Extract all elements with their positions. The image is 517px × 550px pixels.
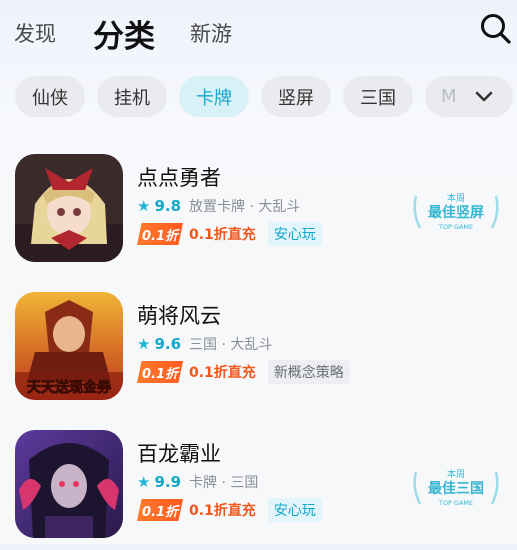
icon-caption: 天天送现金券	[27, 379, 112, 396]
game-title: 点点勇者	[137, 166, 221, 190]
game-score: 9.9	[154, 473, 182, 491]
game-title: 百龙霸业	[137, 442, 221, 466]
game-score: 9.8	[154, 197, 182, 215]
search-icon[interactable]	[479, 12, 513, 46]
game-item[interactable]: 点点勇者 ★ 9.8 放置卡牌 · 大乱斗 0.1折 0.1折直充 安心玩 本周…	[0, 154, 517, 274]
award-badge: 本周 最佳竖屏 TOP GAME	[413, 192, 499, 231]
discount-text: 0.1折直充	[189, 227, 256, 243]
category-chips: 仙侠 挂机 卡牌 竖屏 三国 M	[0, 76, 517, 120]
star-icon: ★	[137, 473, 151, 491]
feature-tag: 安心玩	[267, 222, 322, 246]
star-icon: ★	[137, 335, 151, 353]
feature-tag: 新概念策略	[267, 360, 350, 384]
game-title: 萌将风云	[137, 304, 221, 328]
feature-tag: 安心玩	[267, 498, 322, 522]
tab-new-games[interactable]: 新游	[190, 18, 232, 48]
award-line1: 本周	[447, 192, 465, 204]
game-meta: ★ 9.8 放置卡牌 · 大乱斗	[137, 196, 300, 216]
game-item[interactable]: 百龙霸业 ★ 9.9 卡牌 · 三国 0.1折 0.1折直充 安心玩 本周 最佳…	[0, 430, 517, 550]
award-title: 最佳三国	[428, 480, 484, 497]
game-icon[interactable]: 天天送现金券	[15, 292, 123, 400]
tab-discover[interactable]: 发现	[14, 18, 56, 48]
discount-badge: 0.1折	[137, 499, 183, 521]
discount-badge: 0.1折	[137, 361, 183, 383]
game-score: 9.6	[154, 335, 182, 353]
chip-three-kingdoms[interactable]: 三国	[343, 76, 413, 117]
star-icon: ★	[137, 197, 151, 215]
game-icon[interactable]	[15, 154, 123, 262]
game-icon[interactable]	[15, 430, 123, 538]
chevron-down-icon	[475, 91, 493, 101]
award-subtitle: TOP GAME	[438, 223, 473, 231]
game-genres: 卡牌 · 三国	[189, 475, 259, 491]
game-meta: ★ 9.9 卡牌 · 三国	[137, 472, 258, 492]
discount-text: 0.1折直充	[189, 365, 256, 381]
award-title: 最佳竖屏	[428, 204, 484, 221]
tab-category[interactable]: 分类	[93, 11, 155, 56]
promo-row: 0.1折 0.1折直充 新概念策略	[137, 360, 350, 384]
chip-card[interactable]: 卡牌	[179, 76, 249, 117]
chip-vertical[interactable]: 竖屏	[261, 76, 331, 117]
award-subtitle: TOP GAME	[438, 499, 473, 507]
chip-xianxia[interactable]: 仙侠	[15, 76, 85, 117]
promo-row: 0.1折 0.1折直充 安心玩	[137, 498, 322, 522]
discount-badge: 0.1折	[137, 223, 183, 245]
game-item[interactable]: 天天送现金券 萌将风云 ★ 9.6 三国 · 大乱斗 0.1折 0.1折直充 新…	[0, 292, 517, 412]
game-genres: 放置卡牌 · 大乱斗	[189, 199, 301, 215]
award-line1: 本周	[447, 468, 465, 480]
expand-chips-button[interactable]	[455, 76, 513, 117]
top-tab-bar: 发现 分类 新游	[0, 0, 517, 60]
chip-idle[interactable]: 挂机	[97, 76, 167, 117]
game-meta: ★ 9.6 三国 · 大乱斗	[137, 334, 272, 354]
award-badge: 本周 最佳三国 TOP GAME	[413, 468, 499, 507]
game-genres: 三国 · 大乱斗	[189, 337, 273, 353]
promo-row: 0.1折 0.1折直充 安心玩	[137, 222, 322, 246]
discount-text: 0.1折直充	[189, 503, 256, 519]
